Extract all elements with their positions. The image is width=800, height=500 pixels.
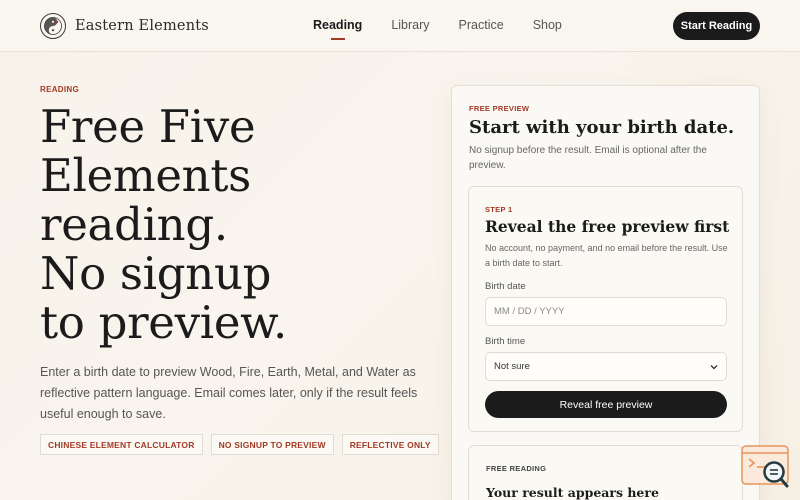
hero-subtitle: Enter a birth date to preview Wood, Fire… <box>40 365 418 421</box>
birth-time-select[interactable]: Not sure <box>485 352 727 381</box>
site-header: Eastern Elements Reading Library Practic… <box>0 0 800 52</box>
helper-widget[interactable] <box>741 444 791 490</box>
reveal-preview-button[interactable]: Reveal free preview <box>485 391 727 418</box>
tag-no-signup: NO SIGNUP TO PREVIEW <box>210 434 334 455</box>
result-eyebrow: FREE READING <box>486 464 547 473</box>
step-1-panel: STEP 1 Reveal the free preview first No … <box>468 186 743 432</box>
hero-title: Free Five Elements reading. No signup to… <box>40 102 400 347</box>
hero-title-line: No signup <box>40 247 272 300</box>
yin-yang-icon <box>40 13 66 39</box>
card-eyebrow: FREE PREVIEW <box>469 104 530 113</box>
birth-date-input[interactable] <box>485 297 727 326</box>
step-description: No account, no payment, and no email bef… <box>485 243 728 268</box>
brand-link[interactable]: Eastern Elements <box>40 13 209 39</box>
birth-time-label: Birth time <box>485 336 526 347</box>
nav-shop[interactable]: Shop <box>533 18 562 32</box>
brand-name: Eastern Elements <box>75 18 209 34</box>
card-title: Start with your birth date. <box>469 117 735 138</box>
nav-reading[interactable]: Reading <box>313 18 362 40</box>
hero-title-line: reading. <box>40 198 228 251</box>
hero-eyebrow: READING <box>40 85 79 94</box>
nav-library[interactable]: Library <box>391 18 429 32</box>
main-nav: Reading Library Practice Shop <box>313 18 562 40</box>
birth-date-label: Birth date <box>485 281 526 292</box>
hero-title-line: to preview. <box>40 296 288 349</box>
hero-title-line: Free Five <box>40 100 256 153</box>
tag-element-calculator: CHINESE ELEMENT CALCULATOR <box>40 434 203 455</box>
hero-tags: CHINESE ELEMENT CALCULATOR NO SIGNUP TO … <box>40 434 447 455</box>
result-panel: FREE READING Your result appears here <box>468 445 743 500</box>
card-description: No signup before the result. Email is op… <box>469 145 707 171</box>
hero-title-line: Elements <box>40 149 251 202</box>
free-preview-card: FREE PREVIEW Start with your birth date.… <box>451 85 760 500</box>
start-reading-button[interactable]: Start Reading <box>673 12 760 40</box>
result-title: Your result appears here <box>486 485 659 500</box>
search-chat-icon <box>741 445 789 488</box>
step-eyebrow: STEP 1 <box>485 205 513 214</box>
chevron-down-icon <box>710 365 718 370</box>
nav-practice[interactable]: Practice <box>459 18 504 32</box>
step-title: Reveal the free preview first <box>485 217 730 236</box>
tag-reflective-only: REFLECTIVE ONLY <box>341 434 439 455</box>
birth-time-value: Not sure <box>494 361 530 372</box>
